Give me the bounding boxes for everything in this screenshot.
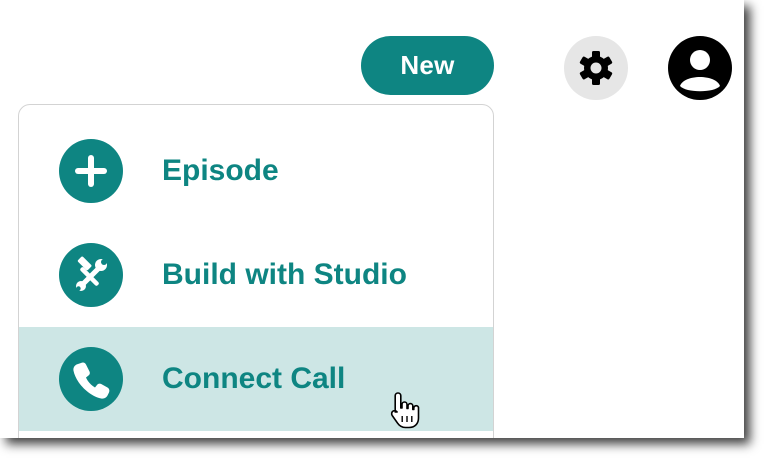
hand-cursor-icon bbox=[390, 392, 420, 429]
plus-icon bbox=[59, 139, 123, 203]
menu-item-label: Episode bbox=[162, 154, 279, 187]
menu-item-episode[interactable]: Episode bbox=[19, 119, 493, 223]
account-button[interactable] bbox=[668, 36, 732, 100]
new-button[interactable]: New bbox=[361, 36, 494, 95]
menu-item-build-with-studio[interactable]: Build with Studio bbox=[19, 223, 493, 327]
new-dropdown-menu: Episode Build with Studio Connect Call bbox=[18, 104, 494, 438]
tools-icon bbox=[59, 243, 123, 307]
user-avatar-icon bbox=[668, 36, 732, 100]
menu-item-label: Build with Studio bbox=[162, 258, 407, 291]
screenshot-frame: New Episode Build with Studio Connect Ca… bbox=[0, 0, 744, 438]
settings-button[interactable] bbox=[564, 36, 628, 100]
phone-icon bbox=[59, 347, 123, 411]
gear-icon bbox=[579, 51, 613, 85]
menu-item-label: Connect Call bbox=[162, 362, 346, 395]
